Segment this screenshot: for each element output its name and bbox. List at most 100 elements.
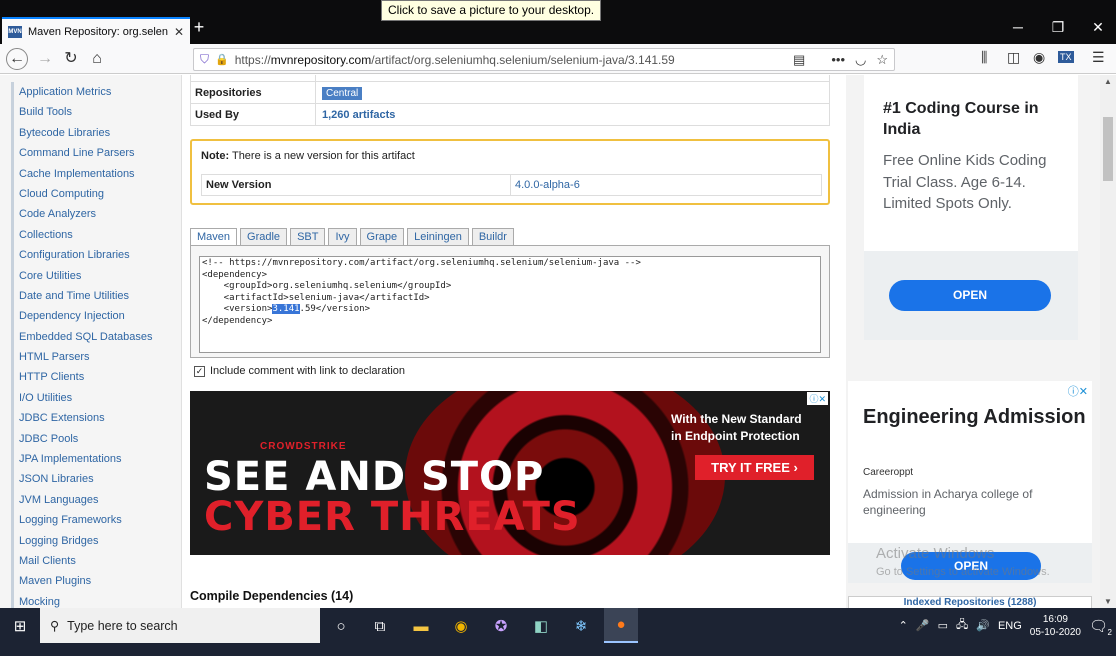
ad-choices-icon[interactable]: ⓘ✕ <box>807 392 828 405</box>
sidebar-category-link[interactable]: Collections <box>11 224 181 246</box>
reader-view-icon[interactable]: ▤ <box>793 52 805 68</box>
scroll-down-icon[interactable]: ▼ <box>1104 597 1112 606</box>
new-version-link[interactable]: 4.0.0-alpha-6 <box>511 175 580 195</box>
sidebar-category-link[interactable]: Cache Implementations <box>11 163 181 184</box>
dependency-snippet-text[interactable]: <!-- https://mvnrepository.com/artifact/… <box>202 258 641 327</box>
sidebar-category-link[interactable]: Core Utilities <box>11 265 181 286</box>
sidebar-category-link[interactable]: Mocking <box>11 591 181 608</box>
clock-time: 16:09 <box>1042 613 1068 625</box>
sidebar-category-link[interactable]: Logging Frameworks <box>11 510 181 531</box>
windows-start-icon[interactable]: ⊞ <box>7 614 33 638</box>
bookmark-star-icon[interactable]: ☆ <box>876 52 888 68</box>
sidebar-category-link[interactable]: JPA Implementations <box>11 449 181 470</box>
reload-icon[interactable]: ↻ <box>60 49 82 69</box>
cortana-icon[interactable]: ○ <box>328 614 354 638</box>
game-app-icon[interactable]: ✪ <box>488 614 514 638</box>
forward-icon[interactable]: → <box>34 49 56 69</box>
watermark-line-2: Go to Settings to activate Windows. <box>876 566 1050 578</box>
back-icon[interactable]: ← <box>6 48 28 70</box>
ad-choices-icon[interactable]: ⓘ✕ <box>1068 383 1088 399</box>
coding-ad-title: #1 Coding Course in India <box>883 100 1039 138</box>
battery-icon[interactable]: ▭ <box>938 619 948 632</box>
pocket-icon[interactable]: ◡ <box>855 52 866 68</box>
sidebar-category-link[interactable]: I/O Utilities <box>11 387 181 409</box>
menu-icon[interactable]: ☰ <box>1092 49 1105 66</box>
sidebar-category-link[interactable]: Dependency Injection <box>11 306 181 327</box>
sidebar-category-link[interactable]: Embedded SQL Databases <box>11 326 181 348</box>
lock-icon[interactable]: 🔒 <box>215 53 229 66</box>
sidebar-category-link[interactable]: JSON Libraries <box>11 469 181 490</box>
taskbar-search-box[interactable]: ⚲ Type here to search <box>40 608 320 643</box>
sidebar-category-link[interactable]: Logging Bridges <box>11 530 181 551</box>
include-comment-checkbox[interactable]: ✓ Include comment with link to declarati… <box>194 365 405 377</box>
sidebar-category-link[interactable]: HTTP Clients <box>11 367 181 388</box>
minimize-icon[interactable]: ─ <box>1003 19 1033 35</box>
ad-tagline-1: With the New Standard <box>671 412 802 426</box>
sidebar-category-link[interactable]: Maven Plugins <box>11 571 181 592</box>
task-view-icon[interactable]: ⧉ <box>367 614 393 638</box>
microphone-icon[interactable]: 🎤 <box>916 619 930 632</box>
activate-windows-watermark: Activate Windows Go to Settings to activ… <box>876 545 1050 581</box>
shield-icon[interactable]: ⛉ <box>200 52 209 67</box>
snowflake-app-icon[interactable]: ❄ <box>568 614 594 638</box>
coding-course-ad[interactable]: #1 Coding Course in India Free Online Ki… <box>864 75 1078 340</box>
dependency-snippet-box: <!-- https://mvnrepository.com/artifact/… <box>190 245 830 358</box>
sidebar-category-link[interactable]: HTML Parsers <box>11 347 181 368</box>
sidebar-category-link[interactable]: Cloud Computing <box>11 183 181 205</box>
coding-ad-open-button[interactable]: OPEN <box>889 280 1051 311</box>
page-actions-icon[interactable]: ••• <box>831 52 845 68</box>
sidebar-category-link[interactable]: JVM Languages <box>11 489 181 511</box>
sidebar-category-link[interactable]: Application Metrics <box>11 82 181 103</box>
tab-ivy[interactable]: Ivy <box>328 228 357 246</box>
notepad-app-icon[interactable]: ◧ <box>528 614 554 638</box>
tab-buildr[interactable]: Buildr <box>471 228 514 246</box>
restore-icon[interactable]: ❐ <box>1043 19 1073 36</box>
extension-icon[interactable]: TX <box>1058 51 1074 63</box>
close-window-icon[interactable]: ✕ <box>1083 19 1113 36</box>
home-icon[interactable]: ⌂ <box>86 49 108 69</box>
ad-tagline: With the New Standard in Endpoint Protect… <box>671 411 802 445</box>
watermark-line-1: Activate Windows <box>876 545 995 562</box>
url-text[interactable]: https://mvnrepository.com/artifact/org.s… <box>235 53 675 67</box>
sidebar-category-link[interactable]: Code Analyzers <box>11 204 181 225</box>
notifications-icon[interactable]: 🗨 2 <box>1089 617 1112 637</box>
tab-leiningen[interactable]: Leiningen <box>407 228 469 246</box>
url-bar[interactable]: ⛉ 🔒 https://mvnrepository.com/artifact/o… <box>193 48 895 71</box>
close-tab-icon[interactable]: ✕ <box>174 25 184 39</box>
checkbox-checked-icon[interactable]: ✓ <box>194 365 205 377</box>
file-explorer-icon[interactable]: ▬ <box>408 614 434 638</box>
language-indicator[interactable]: ENG <box>998 620 1022 632</box>
sidebar-category-link[interactable]: Configuration Libraries <box>11 245 181 266</box>
firefox-icon[interactable]: ● <box>604 608 638 643</box>
scroll-up-icon[interactable]: ▲ <box>1104 77 1112 86</box>
sidebar-category-link[interactable]: Bytecode Libraries <box>11 122 181 144</box>
sidebar-category-link[interactable]: Build Tools <box>11 102 181 123</box>
scrollbar-thumb[interactable] <box>1103 117 1113 181</box>
chrome-icon[interactable]: ◉ <box>448 614 474 638</box>
volume-icon[interactable]: 🔊 <box>976 619 990 632</box>
tab-grape[interactable]: Grape <box>359 228 405 246</box>
new-tab-button[interactable]: + <box>190 17 208 39</box>
central-badge[interactable]: Central <box>322 86 363 100</box>
account-icon[interactable]: ◉ <box>1033 49 1045 66</box>
tab-sbt[interactable]: SBT <box>290 228 326 246</box>
tab-gradle[interactable]: Gradle <box>240 228 288 246</box>
tab-maven[interactable]: Maven <box>190 228 238 246</box>
library-icon[interactable]: ⫼ <box>981 49 987 66</box>
used-by-link[interactable]: 1,260 artifacts <box>322 109 395 121</box>
sidebar-category-link[interactable]: JDBC Pools <box>11 428 181 450</box>
sidebar-category-link[interactable]: JDBC Extensions <box>11 408 181 429</box>
sidebar-category-link[interactable]: Command Line Parsers <box>11 143 181 164</box>
try-it-free-button[interactable]: TRY IT FREE › <box>695 455 814 480</box>
clock[interactable]: 16:09 05-10-2020 <box>1030 613 1081 639</box>
page-scrollbar[interactable]: ▲ ▼ <box>1100 75 1116 608</box>
tab-maven-repository[interactable]: MVN Maven Repository: org.seleniu ✕ <box>2 17 190 44</box>
indexed-repositories-link[interactable]: Indexed Repositories (1288) <box>848 596 1092 608</box>
network-icon[interactable]: 🖧 <box>956 616 968 635</box>
show-hidden-icons-icon[interactable]: ⌃ <box>899 619 908 632</box>
sidebar-category-link[interactable]: Date and Time Utilities <box>11 285 181 307</box>
sidebar-toggle-icon[interactable]: ◫ <box>1007 49 1020 66</box>
engineering-ad-source: Careeroppt <box>863 467 914 478</box>
crowdstrike-ad-banner[interactable]: CROWDSTRIKE SEE AND STOP CYBER THREATS W… <box>190 391 830 555</box>
sidebar-category-link[interactable]: Mail Clients <box>11 550 181 572</box>
